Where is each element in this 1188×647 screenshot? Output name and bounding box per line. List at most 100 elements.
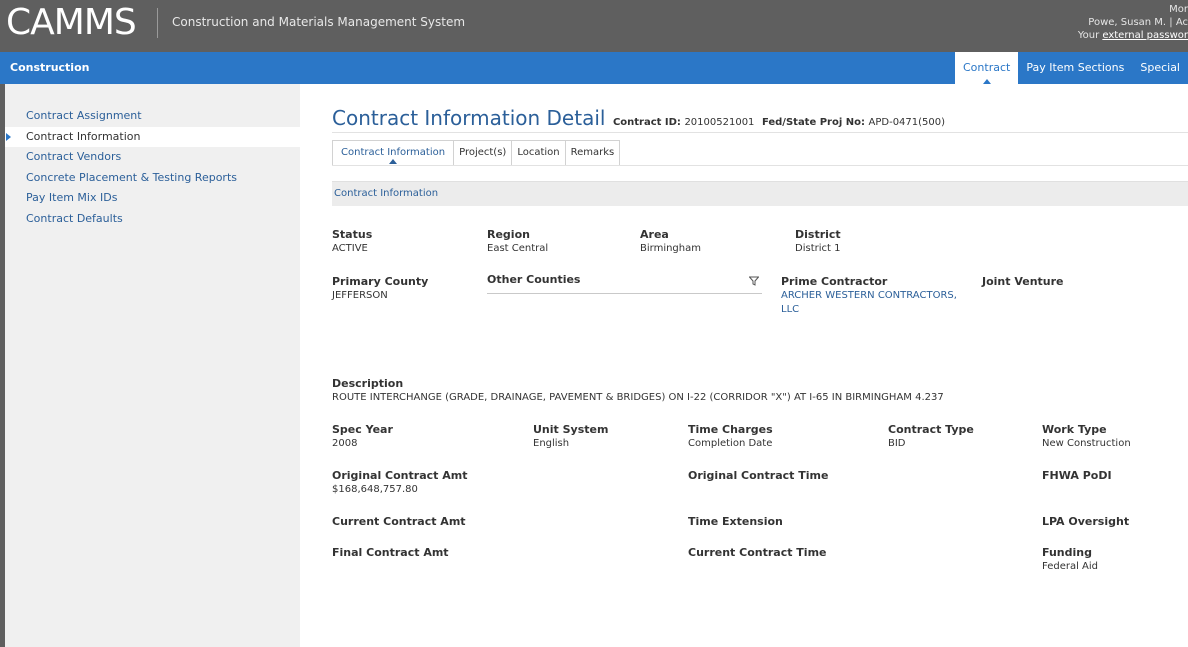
filter-icon[interactable] <box>749 276 759 286</box>
field-label: Funding <box>1042 546 1092 559</box>
page-header: Contract Information Detail Contract ID:… <box>332 106 945 130</box>
field-label: Original Contract Amt <box>332 469 468 482</box>
original-contract-time-field: Original Contract Time <box>688 469 828 483</box>
tab-contract-information[interactable]: Contract Information <box>332 140 455 166</box>
tab-location[interactable]: Location <box>512 140 566 166</box>
module-tabs: Contract Pay Item Sections Special <box>955 52 1188 84</box>
field-value: Completion Date <box>688 438 773 449</box>
external-password-link[interactable]: external passwor <box>1102 30 1188 41</box>
field-label: Original Contract Time <box>688 469 829 482</box>
section-header: Contract Information <box>332 181 1188 206</box>
password-line: Your external passwor <box>1048 29 1188 42</box>
field-label: Status <box>332 228 373 241</box>
field-label: Work Type <box>1042 423 1107 436</box>
primary-county-field: Primary County JEFFERSON <box>332 275 428 303</box>
active-marker-icon <box>6 132 11 141</box>
field-label: Time Charges <box>688 423 773 436</box>
contract-id-label: Contract ID: <box>612 117 681 128</box>
field-label: District <box>795 228 841 241</box>
field-label: Description <box>332 377 404 390</box>
password-prefix: Your <box>1077 30 1103 41</box>
user-info-top: Mor <box>1169 4 1188 15</box>
contract-id-value: 20100521001 <box>684 117 755 128</box>
nav-section-title[interactable]: Construction <box>10 61 89 74</box>
field-value: English <box>533 438 570 449</box>
joint-venture-field: Joint Venture <box>982 275 1064 289</box>
module-nav: Construction Contract Pay Item Sections … <box>0 52 1188 84</box>
final-contract-amt-field: Final Contract Amt <box>332 546 449 560</box>
field-label: Joint Venture <box>982 275 1064 288</box>
tab-pay-item-sections[interactable]: Pay Item Sections <box>1018 52 1132 84</box>
other-counties-filter[interactable]: Other Counties <box>487 273 762 294</box>
field-label: Time Extension <box>688 515 783 528</box>
field-value: JEFFERSON <box>332 290 388 301</box>
proj-no-label: Fed/State Proj No: <box>761 117 866 128</box>
app-logo[interactable]: CAMMS <box>6 2 137 44</box>
logo-divider <box>157 8 158 38</box>
sidebar-item-contract-assignment[interactable]: Contract Assignment <box>5 106 300 127</box>
work-type-field: Work Type New Construction <box>1042 423 1131 451</box>
field-value: ROUTE INTERCHANGE (GRADE, DRAINAGE, PAVE… <box>332 392 944 403</box>
fhwa-podi-field: FHWA PoDI <box>1042 469 1112 483</box>
field-label: LPA Oversight <box>1042 515 1130 528</box>
contract-type-field: Contract Type BID <box>888 423 974 451</box>
proj-no-value: APD-0471(500) <box>868 117 946 128</box>
field-label: Unit System <box>533 423 609 436</box>
current-contract-time-field: Current Contract Time <box>688 546 827 560</box>
field-value: $168,648,757.80 <box>332 484 418 495</box>
lpa-oversight-field: LPA Oversight <box>1042 515 1129 529</box>
time-charges-field: Time Charges Completion Date <box>688 423 773 451</box>
spec-year-field: Spec Year 2008 <box>332 423 393 451</box>
status-field: Status ACTIVE <box>332 228 372 256</box>
field-value: New Construction <box>1042 438 1131 449</box>
sidebar: Contract Assignment Contract Information… <box>5 84 300 647</box>
field-value: District 1 <box>795 243 841 254</box>
sidebar-item-contract-information[interactable]: Contract Information <box>5 126 300 148</box>
field-label: Area <box>640 228 669 241</box>
area-field: Area Birmingham <box>640 228 701 256</box>
time-extension-field: Time Extension <box>688 515 783 529</box>
district-field: District District 1 <box>795 228 841 256</box>
field-value: Birmingham <box>640 243 701 254</box>
app-title: Construction and Materials Management Sy… <box>172 15 466 29</box>
field-label: Primary County <box>332 275 429 288</box>
field-value: ACTIVE <box>332 243 368 254</box>
tab-special[interactable]: Special <box>1132 52 1188 84</box>
page-title: Contract Information Detail <box>332 106 606 130</box>
main-content: Contract Information Detail Contract ID:… <box>300 84 1188 647</box>
field-label: Final Contract Amt <box>332 546 449 559</box>
sidebar-item-label: Contract Information <box>26 129 141 143</box>
field-value: East Central <box>487 243 549 254</box>
tab-contract[interactable]: Contract <box>955 52 1019 84</box>
field-label: FHWA PoDI <box>1042 469 1112 482</box>
field-label: Other Counties <box>487 273 581 286</box>
region-field: Region East Central <box>487 228 548 256</box>
field-label: Current Contract Amt <box>332 515 466 528</box>
user-info: Mor Powe, Susan M. | Ac Your external pa… <box>1048 3 1188 42</box>
field-label: Current Contract Time <box>688 546 827 559</box>
sidebar-item-contract-vendors[interactable]: Contract Vendors <box>5 147 300 168</box>
prime-contractor-link[interactable]: ARCHER WESTERN CONTRACTORS, LLC <box>781 289 971 317</box>
field-label: Contract Type <box>888 423 974 436</box>
sidebar-item-pay-item-mix-ids[interactable]: Pay Item Mix IDs <box>5 188 300 209</box>
tab-remarks[interactable]: Remarks <box>565 140 621 166</box>
description-field: Description ROUTE INTERCHANGE (GRADE, DR… <box>332 377 944 405</box>
field-label: Spec Year <box>332 423 393 436</box>
original-contract-amt-field: Original Contract Amt $168,648,757.80 <box>332 469 467 497</box>
user-name: Powe, Susan M. | Ac <box>1088 17 1188 28</box>
field-value: 2008 <box>332 438 358 449</box>
field-label: Prime Contractor <box>781 275 888 288</box>
detail-tabs: Contract Information Project(s) Location… <box>332 140 621 166</box>
field-value: BID <box>888 438 906 449</box>
current-contract-amt-field: Current Contract Amt <box>332 515 466 529</box>
sidebar-item-concrete-placement[interactable]: Concrete Placement & Testing Reports <box>5 168 300 189</box>
prime-contractor-field: Prime Contractor ARCHER WESTERN CONTRACT… <box>781 275 971 317</box>
unit-system-field: Unit System English <box>533 423 608 451</box>
sidebar-item-contract-defaults[interactable]: Contract Defaults <box>5 209 300 230</box>
field-value: Federal Aid <box>1042 561 1099 572</box>
field-label: Region <box>487 228 530 241</box>
tabs-divider <box>332 165 1188 166</box>
funding-field: Funding Federal Aid <box>1042 546 1098 574</box>
app-header: CAMMS Construction and Materials Managem… <box>0 0 1188 52</box>
tab-projects[interactable]: Project(s) <box>454 140 513 166</box>
